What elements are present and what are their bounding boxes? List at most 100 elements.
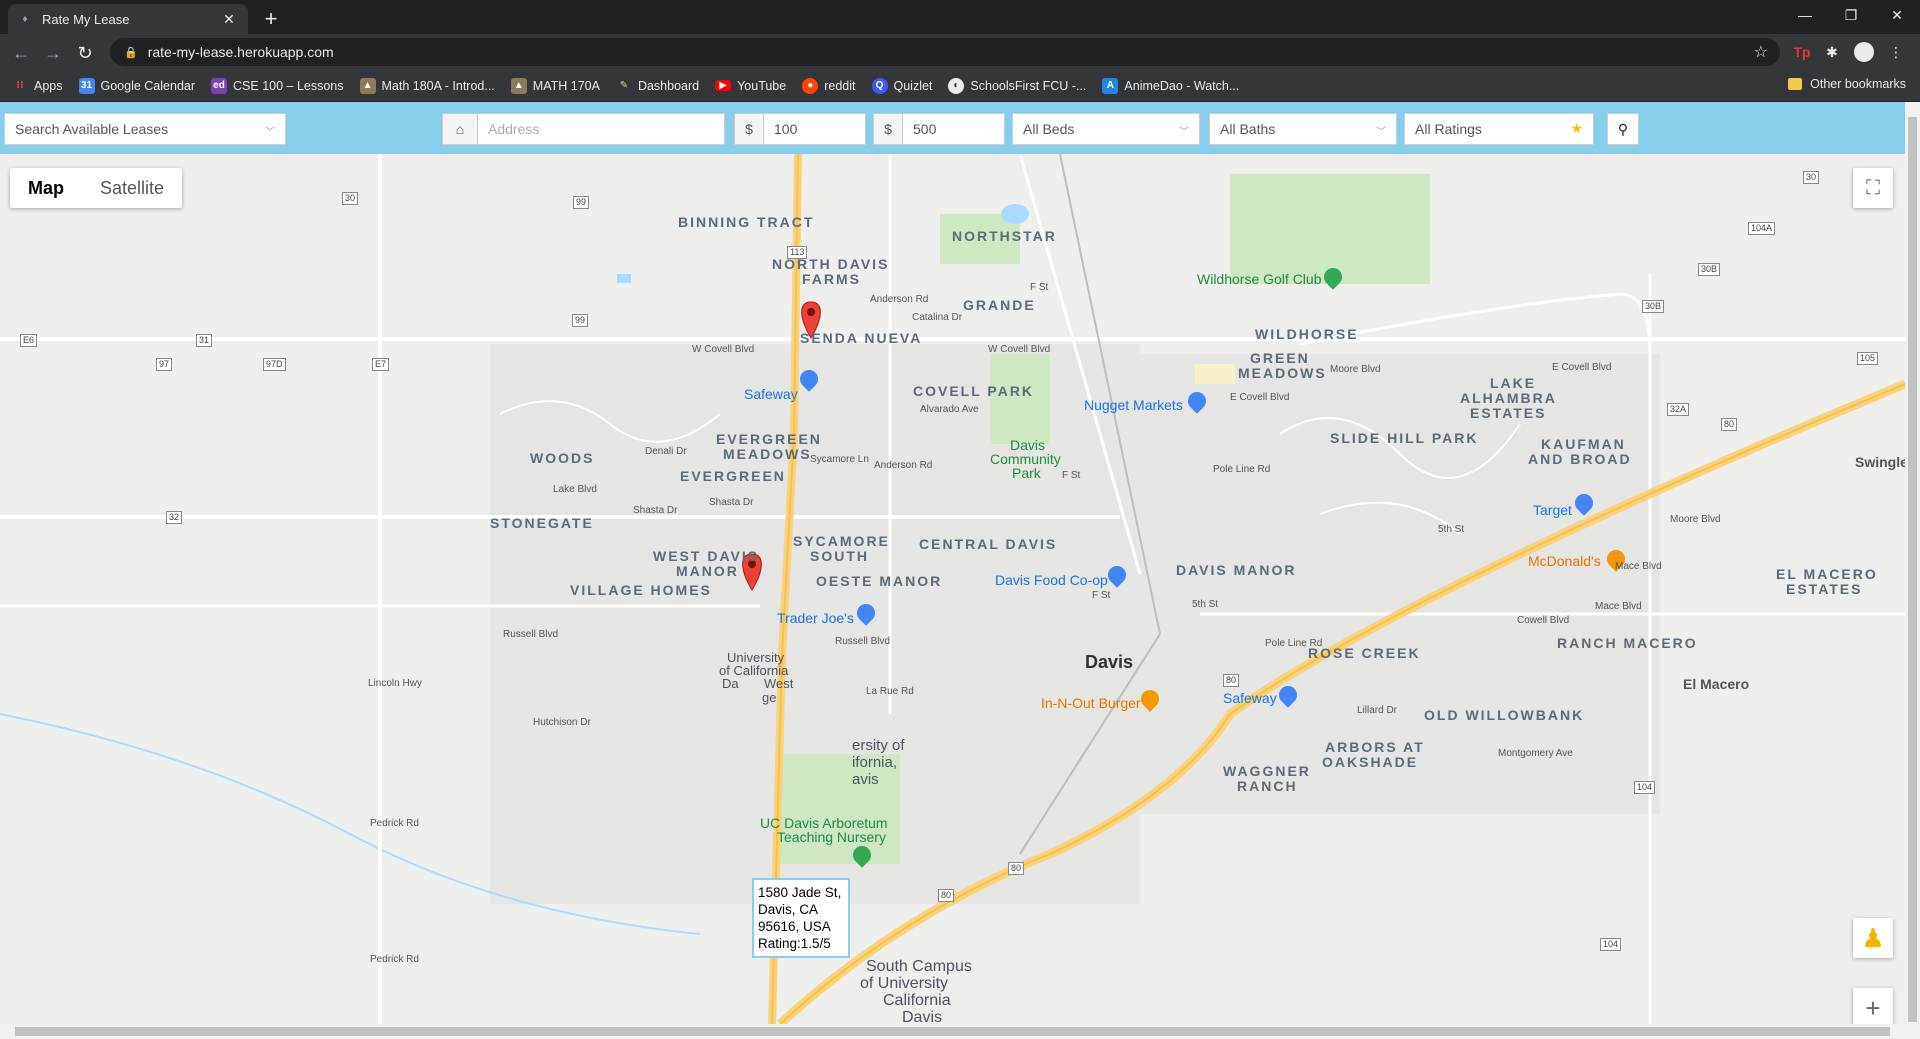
bookmark-google-calendar[interactable]: 31 Google Calendar: [78, 77, 195, 94]
street-label: Lake Blvd: [553, 484, 597, 495]
street-label: F St: [1092, 590, 1111, 601]
baths-select[interactable]: All Baths ﹀: [1209, 113, 1397, 145]
beds-select[interactable]: All Beds ﹀: [1012, 113, 1200, 145]
search-button[interactable]: ⚲: [1607, 113, 1639, 145]
fullscreen-icon[interactable]: ⛶: [1853, 168, 1893, 208]
infowindow-address-line: 95616, USA: [758, 919, 831, 934]
map-canvas[interactable]: BINNING TRACT NORTHSTAR NORTH DAVIS FARM…: [0, 154, 1905, 1024]
poi-arboretum: Teaching Nursery: [777, 829, 886, 845]
browser-tab[interactable]: ♦ Rate My Lease ✕: [8, 4, 248, 34]
neighborhood-label: OESTE MANOR: [816, 573, 943, 589]
street-label: Mace Blvd: [1615, 561, 1662, 572]
neighborhood-label: GRANDE: [963, 297, 1036, 313]
bookmark-math180a[interactable]: ▲ Math 180A - Introd...: [359, 77, 495, 94]
forward-icon[interactable]: →: [40, 40, 66, 66]
poi-safeway[interactable]: Safeway: [1223, 690, 1277, 706]
lease-select[interactable]: Search Available Leases ﹀: [4, 113, 286, 145]
street-label: E Covell Blvd: [1230, 392, 1290, 403]
city-label: Davis: [1085, 652, 1134, 672]
street-label: Mace Blvd: [1595, 601, 1642, 612]
zoom-in-icon[interactable]: +: [1853, 988, 1893, 1024]
reload-icon[interactable]: ↻: [72, 40, 98, 66]
lock-icon: 🔒: [124, 46, 138, 59]
address-input[interactable]: Address: [477, 113, 725, 145]
street-label: Montgomery Ave: [1498, 748, 1573, 759]
bookmark-reddit[interactable]: ● reddit: [802, 77, 856, 94]
restore-icon[interactable]: ❐: [1828, 0, 1874, 30]
scrollbar-thumb[interactable]: [1908, 117, 1917, 1022]
bookmark-youtube[interactable]: ▶ YouTube: [715, 79, 786, 93]
bookmark-schoolsfirst[interactable]: ◐ SchoolsFirst FCU -...: [948, 77, 1086, 94]
lease-infowindow[interactable]: 1580 Jade St, Davis, CA 95616, USA Ratin…: [752, 878, 850, 958]
other-bookmarks[interactable]: Other bookmarks: [1788, 77, 1906, 91]
pegman-icon[interactable]: ♟: [1853, 918, 1893, 958]
apps-grid-icon: ⁝⁝: [16, 80, 24, 91]
poi-safeway[interactable]: Safeway: [744, 386, 798, 402]
bookmark-quizlet[interactable]: Q Quizlet: [871, 77, 932, 94]
poi-mcdonalds[interactable]: McDonald's: [1528, 553, 1601, 569]
route-shield: 104: [1600, 938, 1622, 951]
bookmark-animedao[interactable]: A AnimeDao - Watch...: [1102, 77, 1239, 94]
bookmark-math170a[interactable]: ▲ MATH 170A: [510, 77, 600, 94]
horizontal-scrollbar[interactable]: [0, 1024, 1905, 1039]
street-label: Pedrick Rd: [370, 954, 419, 965]
minimize-icon[interactable]: —: [1782, 0, 1828, 30]
youtube-icon: ▶: [715, 80, 732, 91]
street-label: Russell Blvd: [503, 629, 559, 640]
ratings-select[interactable]: All Ratings ★: [1404, 113, 1594, 145]
profile-avatar-icon[interactable]: [1852, 40, 1876, 64]
street-label: W Covell Blvd: [692, 344, 755, 355]
street-label: Lillard Dr: [1357, 705, 1398, 716]
extensions-puzzle-icon[interactable]: ✱: [1820, 40, 1844, 64]
street-label: F St: [1062, 470, 1081, 481]
browser-menu-icon[interactable]: ⋮: [1884, 40, 1908, 64]
min-price-input[interactable]: 100: [763, 113, 866, 145]
ucsd-icon: ▲: [359, 77, 376, 94]
poi-target[interactable]: Target: [1533, 502, 1572, 518]
place-label: Swingle: [1855, 454, 1905, 470]
route-shield: 104: [1634, 781, 1656, 794]
neighborhood-label: CENTRAL DAVIS: [919, 536, 1058, 552]
map-type-satellite-button[interactable]: Satellite: [82, 168, 182, 208]
scrollbar-thumb[interactable]: [15, 1027, 1890, 1036]
place-label: El Macero: [1683, 676, 1750, 692]
map-type-map-button[interactable]: Map: [10, 168, 82, 208]
street-label: Moore Blvd: [1670, 514, 1721, 525]
bookmark-apps[interactable]: ⁝⁝ Apps: [12, 78, 62, 94]
bookmark-star-icon[interactable]: ☆: [1754, 42, 1768, 62]
poi-nugget-markets[interactable]: Nugget Markets: [1084, 397, 1183, 413]
street-label: Shasta Dr: [709, 497, 754, 508]
bookmark-cse100[interactable]: ed CSE 100 – Lessons: [211, 77, 344, 94]
street-label: Anderson Rd: [874, 460, 933, 471]
poi-wildhorse-golf[interactable]: Wildhorse Golf Club: [1197, 271, 1322, 287]
vertical-scrollbar[interactable]: [1905, 102, 1920, 1039]
campus-label: ersity of: [852, 737, 905, 754]
tab-close-icon[interactable]: ✕: [220, 10, 238, 28]
back-icon[interactable]: ←: [8, 40, 34, 66]
neighborhood-label: AND BROAD: [1528, 451, 1632, 467]
street-label: W Covell Blvd: [988, 344, 1051, 355]
neighborhood-label: ESTATES: [1470, 405, 1547, 421]
route-shield: 30B: [1698, 263, 1721, 276]
window-close-icon[interactable]: ✕: [1874, 0, 1920, 30]
street-label: Cowell Blvd: [1517, 615, 1570, 626]
neighborhood-label: SOUTH: [810, 548, 869, 564]
route-shield: 99: [572, 314, 589, 327]
extension-tp-icon[interactable]: Tp: [1790, 40, 1814, 64]
campus-label: ifornia,: [852, 754, 898, 771]
poi-innout[interactable]: In-N-Out Burger: [1041, 695, 1141, 711]
street-label: Anderson Rd: [870, 294, 929, 305]
poi-trader-joes[interactable]: Trader Joe's: [777, 610, 854, 626]
max-price-input[interactable]: 500: [902, 113, 1005, 145]
poi-davis-food-coop[interactable]: Davis Food Co-op: [995, 572, 1108, 588]
address-bar[interactable]: 🔒 rate-my-lease.herokuapp.com ☆: [110, 38, 1780, 66]
campus-label: of University: [860, 975, 949, 992]
street-label: Pole Line Rd: [1213, 464, 1271, 475]
street-label: Shasta Dr: [633, 505, 678, 516]
browser-tabstrip: ♦ Rate My Lease ✕ + — ❐ ✕: [0, 0, 1920, 34]
neighborhood-label: OAKSHADE: [1322, 754, 1419, 770]
neighborhood-label: OLD WILLOWBANK: [1424, 707, 1585, 723]
bookmark-dashboard[interactable]: ✎ Dashboard: [616, 78, 699, 94]
new-tab-icon[interactable]: +: [258, 6, 284, 32]
campus-label: avis: [852, 771, 879, 788]
